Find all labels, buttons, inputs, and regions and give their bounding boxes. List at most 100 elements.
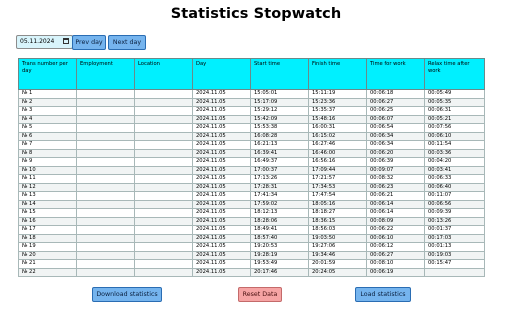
table-cell: 2024.11.05 [192,165,251,175]
table-cell: № 1 [18,89,77,99]
table-cell: 00:11:07 [424,191,485,201]
table-cell [76,259,135,269]
reset-data-button[interactable]: Reset Data [238,287,282,302]
table-cell [134,250,193,260]
table-cell: 00:05:21 [424,114,485,124]
table-cell: 16:49:37 [250,157,309,167]
table-cell [134,157,193,167]
table-cell [76,165,135,175]
table-cell: 2024.11.05 [192,114,251,124]
table-cell: № 12 [18,182,77,192]
column-header: Start time [250,58,309,90]
table-cell: № 16 [18,216,77,226]
table-cell: № 6 [18,131,77,141]
table-cell [76,225,135,235]
table-cell: 18:36:15 [308,216,367,226]
table-cell [76,233,135,243]
table-cell: 2024.11.05 [192,233,251,243]
table-cell: № 17 [18,225,77,235]
table-row: № 10 2024.11.05 17:00:37 17:09:44 00:09:07 00… [18,165,485,175]
next-day-button[interactable]: Next day [108,35,146,50]
table-cell [134,242,193,252]
table-cell: 17:34:53 [308,182,367,192]
table-cell: 00:01:13 [424,242,485,252]
table-cell: 00:06:23 [366,182,425,192]
table-cell: 15:53:38 [250,123,309,133]
table-cell: 15:42:09 [250,114,309,124]
table-cell: 00:06:19 [366,267,425,277]
table-cell: 00:09:39 [424,208,485,218]
table-cell: 00:05:49 [424,89,485,99]
table-cell: 00:06:14 [366,199,425,209]
table-cell [76,174,135,184]
table-row: № 4 2024.11.05 15:42:09 15:48:16 00:06:07 00:… [18,114,485,124]
table-cell: 2024.11.05 [192,208,251,218]
table-cell: 2024.11.05 [192,140,251,150]
table-cell [134,225,193,235]
table-cell: 19:28:19 [250,250,309,260]
table-cell: 00:06:21 [366,191,425,201]
table-cell [76,97,135,107]
table-cell [134,208,193,218]
table-cell: 16:00:31 [308,123,367,133]
table-cell: 2024.11.05 [192,131,251,141]
table-row: № 2 2024.11.05 15:17:09 15:23:36 00:06:27 00:… [18,97,485,107]
table-cell: № 20 [18,250,77,260]
table-row: № 19 2024.11.05 19:20:53 19:27:06 00:06:12 00… [18,242,485,252]
table-cell: 2024.11.05 [192,89,251,99]
table-cell: 00:08:10 [366,259,425,269]
prev-day-button[interactable]: Prev day [72,35,106,50]
table-cell [76,191,135,201]
table-cell [76,199,135,209]
table-cell: 00:06:20 [366,148,425,158]
table-cell: 15:23:36 [308,97,367,107]
table-cell [134,89,193,99]
table-cell: 00:05:35 [424,97,485,107]
table-row: № 7 2024.11.05 16:21:13 16:27:46 00:06:34 00:… [18,140,485,150]
table-cell: 00:06:10 [424,131,485,141]
table-cell: 16:08:28 [250,131,309,141]
table-cell [134,174,193,184]
table-row: № 18 2024.11.05 18:57:40 19:03:50 00:06:10 00… [18,233,485,243]
table-cell: № 9 [18,157,77,167]
load-statistics-button[interactable]: Load statistics [355,287,411,302]
table-cell: 2024.11.05 [192,250,251,260]
table-cell [134,114,193,124]
table-cell [76,123,135,133]
table-cell [76,250,135,260]
table-cell [134,123,193,133]
table-cell: 00:06:33 [424,174,485,184]
table-cell: 2024.11.05 [192,216,251,226]
table-cell [76,140,135,150]
table-cell: 00:17:03 [424,233,485,243]
table-cell: 16:27:46 [308,140,367,150]
table-cell: № 22 [18,267,77,277]
table-cell: 00:06:10 [366,233,425,243]
table-cell: № 18 [18,233,77,243]
table-cell: № 4 [18,114,77,124]
table-cell: 17:59:02 [250,199,309,209]
table-cell: 18:18:27 [308,208,367,218]
table-cell: 17:21:57 [308,174,367,184]
table-cell: № 3 [18,106,77,116]
table-header-row: Trans number per day Employment Location Da… [18,58,485,90]
table-cell [76,182,135,192]
table-cell: 19:03:50 [308,233,367,243]
table-cell: 00:04:20 [424,157,485,167]
table-cell: 19:34:46 [308,250,367,260]
table-row: № 11 2024.11.05 17:13:26 17:21:57 00:08:32 00… [18,174,485,184]
table-cell: 00:15:47 [424,259,485,269]
download-statistics-button[interactable]: Download statistics [92,287,162,302]
table-cell: 00:13:26 [424,216,485,226]
calendar-icon[interactable] [63,38,69,44]
table-cell: 17:00:37 [250,165,309,175]
table-cell: 2024.11.05 [192,199,251,209]
page-title: Statistics Stopwatch [170,6,342,22]
date-picker[interactable]: 05.11.2024 [16,35,73,49]
column-header: Relax time after work [424,58,485,90]
table-cell: 00:19:03 [424,250,485,260]
table-cell: 00:06:12 [366,242,425,252]
table-cell: № 14 [18,199,77,209]
table-cell [76,242,135,252]
table-row: № 20 2024.11.05 19:28:19 19:34:46 00:06:27 00… [18,250,485,260]
